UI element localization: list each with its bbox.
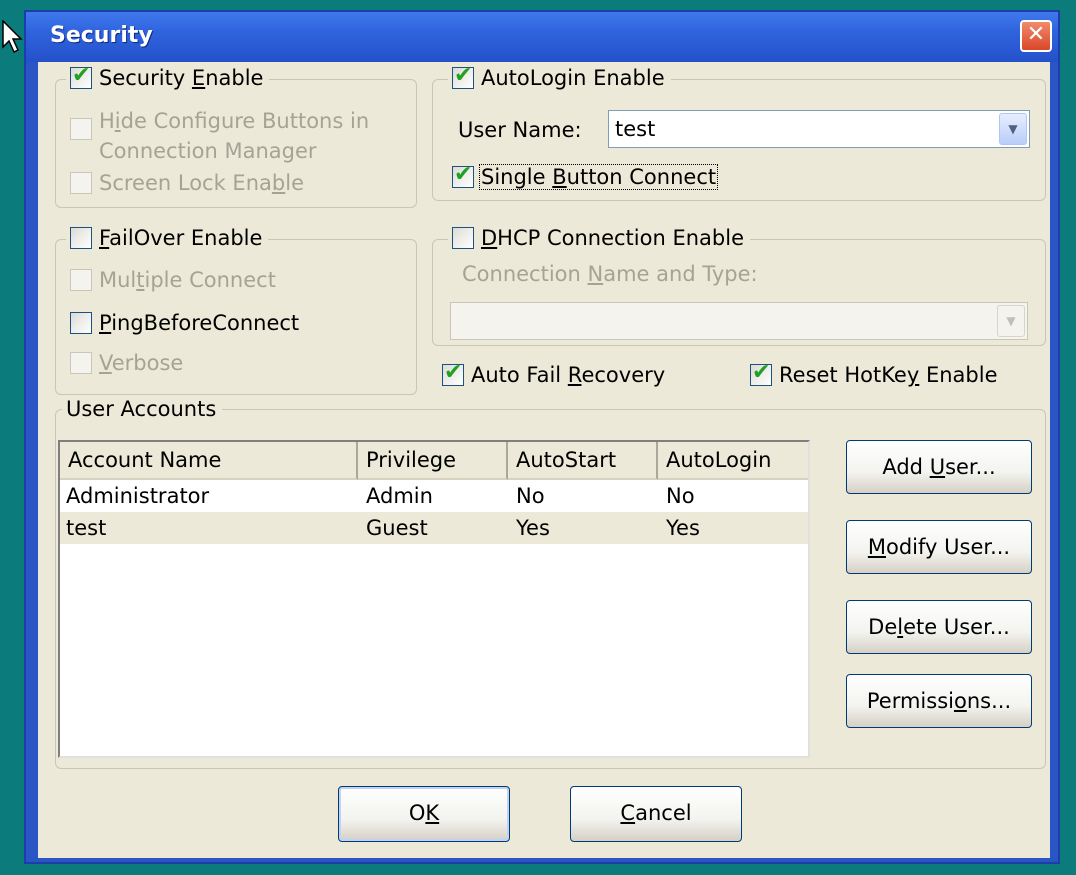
check-icon: ✔ bbox=[72, 63, 91, 88]
table-row[interactable]: Administrator Admin No No bbox=[60, 480, 808, 512]
autologin-cell: Yes bbox=[666, 516, 700, 540]
check-icon: ✔ bbox=[454, 63, 473, 88]
hide-configure-box[interactable] bbox=[70, 118, 92, 140]
ok-button[interactable]: OK bbox=[338, 786, 510, 842]
autologin-enable-box[interactable]: ✔ bbox=[452, 63, 474, 89]
verbose-box[interactable] bbox=[70, 352, 92, 374]
reset-hotkey-checkbox[interactable]: ✔ Reset HotKey Enable bbox=[750, 360, 998, 386]
multiple-connect-checkbox[interactable]: Multiple Connect bbox=[70, 269, 276, 291]
single-button-connect-box[interactable]: ✔ bbox=[452, 162, 474, 188]
user-name-value: test bbox=[615, 117, 656, 141]
cancel-button[interactable]: Cancel bbox=[570, 786, 742, 842]
close-icon: ✕ bbox=[1026, 22, 1046, 47]
failover-enable-box[interactable] bbox=[70, 227, 92, 249]
hide-configure-checkbox[interactable]: Hide Configure Buttons in Connection Man… bbox=[70, 109, 410, 166]
security-dialog: Security ✕ ✔ Security Enable Hide Config… bbox=[24, 10, 1060, 864]
screen-lock-box[interactable] bbox=[70, 172, 92, 194]
ping-before-connect-box[interactable] bbox=[70, 312, 92, 334]
column-header-account-name[interactable]: Account Name bbox=[60, 442, 358, 480]
security-enable-checkbox[interactable]: ✔ Security Enable bbox=[66, 63, 270, 89]
add-user-button[interactable]: Add User... bbox=[846, 440, 1032, 494]
close-button[interactable]: ✕ bbox=[1020, 20, 1052, 52]
account-name-cell: test bbox=[66, 516, 107, 540]
mouse-cursor-icon bbox=[2, 20, 23, 54]
connection-name-type-label: Connection Name and Type: bbox=[462, 262, 758, 286]
screen-lock-checkbox[interactable]: Screen Lock Enable bbox=[70, 172, 304, 194]
dialog-client-area: ✔ Security Enable Hide Configure Buttons… bbox=[38, 62, 1050, 858]
column-header-privilege[interactable]: Privilege bbox=[358, 442, 508, 480]
check-icon: ✔ bbox=[454, 162, 473, 187]
auto-fail-recovery-box[interactable]: ✔ bbox=[442, 360, 464, 386]
table-row[interactable]: test Guest Yes Yes bbox=[60, 512, 808, 544]
user-name-combo[interactable]: test ▼ bbox=[608, 110, 1030, 148]
dhcp-enable-box[interactable] bbox=[452, 227, 474, 249]
autostart-cell: No bbox=[516, 484, 545, 508]
check-icon: ✔ bbox=[444, 360, 463, 385]
delete-user-button[interactable]: Delete User... bbox=[846, 600, 1032, 654]
column-header-autostart[interactable]: AutoStart bbox=[508, 442, 658, 480]
chevron-down-icon[interactable]: ▼ bbox=[997, 305, 1025, 337]
reset-hotkey-box[interactable]: ✔ bbox=[750, 360, 772, 386]
check-icon: ✔ bbox=[752, 360, 771, 385]
account-name-cell: Administrator bbox=[66, 484, 210, 508]
privilege-cell: Admin bbox=[366, 484, 433, 508]
autologin-enable-checkbox[interactable]: ✔ AutoLogin Enable bbox=[448, 63, 671, 89]
window-title: Security bbox=[50, 23, 153, 48]
failover-enable-checkbox[interactable]: FailOver Enable bbox=[66, 227, 269, 249]
column-header-autologin[interactable]: AutoLogin bbox=[658, 442, 808, 480]
autologin-cell: No bbox=[666, 484, 695, 508]
multiple-connect-box[interactable] bbox=[70, 269, 92, 291]
title-bar[interactable]: Security ✕ bbox=[26, 12, 1058, 62]
user-accounts-legend: User Accounts bbox=[62, 397, 223, 421]
privilege-cell: Guest bbox=[366, 516, 428, 540]
security-enable-box[interactable]: ✔ bbox=[70, 63, 92, 89]
user-accounts-list[interactable]: Account Name Privilege AutoStart AutoLog… bbox=[58, 440, 810, 758]
chevron-down-icon[interactable]: ▼ bbox=[999, 113, 1027, 145]
user-name-label: User Name: bbox=[458, 118, 582, 142]
dhcp-enable-checkbox[interactable]: DHCP Connection Enable bbox=[448, 227, 750, 249]
modify-user-button[interactable]: Modify User... bbox=[846, 520, 1032, 574]
permissions-button[interactable]: Permissions... bbox=[846, 674, 1032, 728]
single-button-connect-checkbox[interactable]: ✔ Single Button Connect bbox=[452, 162, 719, 190]
connection-name-type-combo[interactable]: ▼ bbox=[450, 302, 1028, 340]
ping-before-connect-checkbox[interactable]: PingBeforeConnect bbox=[70, 312, 299, 334]
auto-fail-recovery-checkbox[interactable]: ✔ Auto Fail Recovery bbox=[442, 360, 665, 386]
verbose-checkbox[interactable]: Verbose bbox=[70, 352, 183, 374]
autostart-cell: Yes bbox=[516, 516, 550, 540]
